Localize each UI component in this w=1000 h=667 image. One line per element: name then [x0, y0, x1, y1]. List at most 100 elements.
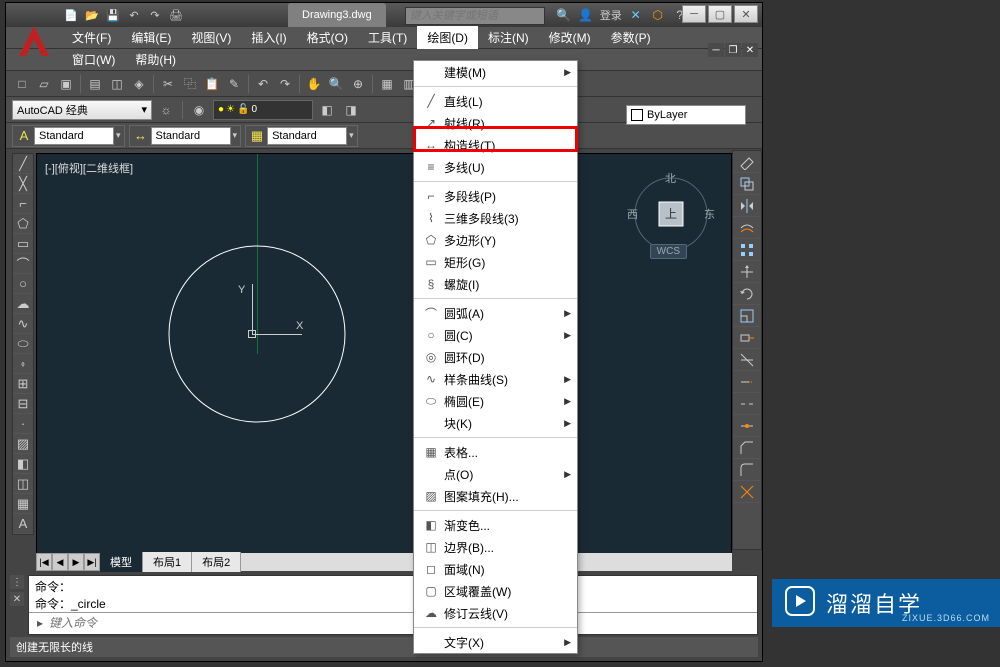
menu-item-gradient[interactable]: ◧渐变色... — [414, 514, 577, 536]
open-icon[interactable]: ▱ — [34, 74, 54, 94]
menu-edit[interactable]: 编辑(E) — [121, 26, 181, 49]
mirror-icon[interactable] — [733, 195, 761, 217]
menu-item-text[interactable]: 文字(X)▶ — [414, 631, 577, 653]
fillet-icon[interactable] — [733, 459, 761, 481]
point-icon[interactable]: · — [13, 414, 33, 434]
new-icon[interactable]: 📄 — [62, 6, 80, 24]
menu-item-pline[interactable]: ⌐多段线(P) — [414, 185, 577, 207]
pline-icon[interactable]: ⌐ — [13, 194, 33, 214]
tab-layout2[interactable]: 布局2 — [192, 552, 241, 572]
close-button[interactable]: ✕ — [734, 5, 758, 23]
menu-item-region[interactable]: ◻面域(N) — [414, 558, 577, 580]
dim-style-icon[interactable]: ↔ — [133, 128, 149, 144]
menu-view[interactable]: 视图(V) — [181, 26, 241, 49]
redo-icon[interactable]: ↷ — [275, 74, 295, 94]
new-icon[interactable]: □ — [12, 74, 32, 94]
child-restore-button[interactable]: ❐ — [725, 43, 741, 57]
ellipse-icon[interactable]: ⬭ — [13, 334, 33, 354]
tab-last-icon[interactable]: ▶| — [84, 553, 100, 571]
undo-icon[interactable]: ↶ — [125, 6, 143, 24]
menu-item-table[interactable]: ▦表格... — [414, 441, 577, 463]
zoom-icon[interactable]: 🔍 — [326, 74, 346, 94]
cmd-handle-icon[interactable]: ⋮ — [10, 575, 24, 589]
child-close-button[interactable]: ✕ — [742, 43, 758, 57]
menu-item-hatch[interactable]: ▨图案填充(H)... — [414, 485, 577, 507]
match-icon[interactable]: ✎ — [224, 74, 244, 94]
exchange-icon[interactable]: ✕ — [628, 7, 644, 23]
copy-icon[interactable] — [733, 173, 761, 195]
menu-format[interactable]: 格式(O) — [297, 26, 358, 49]
zoom-extents-icon[interactable]: ⊕ — [348, 74, 368, 94]
menu-insert[interactable]: 插入(I) — [241, 26, 296, 49]
layer-select[interactable]: ●☀🔓0 — [213, 100, 313, 120]
search-input[interactable] — [405, 7, 545, 25]
dim-style-select[interactable]: Standard — [151, 127, 231, 145]
open-icon[interactable]: 📂 — [83, 6, 101, 24]
paste-icon[interactable]: 📋 — [202, 74, 222, 94]
stretch-icon[interactable] — [733, 327, 761, 349]
publish-icon[interactable]: ◈ — [129, 74, 149, 94]
menu-item-circle[interactable]: ○圆(C)▶ — [414, 324, 577, 346]
menu-item-spline[interactable]: ∿样条曲线(S)▶ — [414, 368, 577, 390]
search-icon[interactable]: 🔍 — [556, 7, 572, 23]
tab-first-icon[interactable]: |◀ — [36, 553, 52, 571]
workspace-gear-icon[interactable]: ☼ — [156, 100, 176, 120]
preview-icon[interactable]: ◫ — [107, 74, 127, 94]
menu-item-boundary[interactable]: ◫边界(B)... — [414, 536, 577, 558]
menu-item-xline[interactable]: ↔构造线(T) — [414, 134, 577, 156]
array-icon[interactable] — [733, 239, 761, 261]
break-icon[interactable] — [733, 393, 761, 415]
document-tab[interactable]: Drawing3.dwg — [288, 3, 386, 27]
redo-icon[interactable]: ↷ — [146, 6, 164, 24]
menu-item-modeling[interactable]: 建模(M)▶ — [414, 61, 577, 83]
menu-dimension[interactable]: 标注(N) — [478, 26, 539, 49]
menu-modify[interactable]: 修改(M) — [539, 26, 601, 49]
table-icon[interactable]: ▦ — [13, 494, 33, 514]
line-icon[interactable]: ╱ — [13, 154, 33, 174]
rotate-icon[interactable] — [733, 283, 761, 305]
search-box[interactable] — [405, 6, 545, 25]
menu-item-revcloud[interactable]: ☁修订云线(V) — [414, 602, 577, 624]
spline-icon[interactable]: ∿ — [13, 314, 33, 334]
menu-item-rectangle[interactable]: ▭矩形(G) — [414, 251, 577, 273]
undo-icon[interactable]: ↶ — [253, 74, 273, 94]
menu-file[interactable]: 文件(F) — [62, 26, 121, 49]
child-minimize-button[interactable]: ─ — [708, 43, 724, 57]
move-icon[interactable] — [733, 261, 761, 283]
layer-iso-icon[interactable]: ◨ — [341, 100, 361, 120]
save-icon[interactable]: 💾 — [104, 6, 122, 24]
cloud-icon[interactable]: ⬡ — [650, 7, 666, 23]
arc-icon[interactable]: ⌒ — [13, 254, 33, 274]
copy-icon[interactable]: ⿻ — [180, 74, 200, 94]
polygon-icon[interactable]: ⬠ — [13, 214, 33, 234]
menu-item-ellipse[interactable]: ⬭椭圆(E)▶ — [414, 390, 577, 412]
text-style-icon[interactable]: A — [16, 128, 32, 144]
gradient-icon[interactable]: ◧ — [13, 454, 33, 474]
menu-parametric[interactable]: 参数(P) — [601, 26, 661, 49]
pan-icon[interactable]: ✋ — [304, 74, 324, 94]
table-style-select[interactable]: Standard — [267, 127, 347, 145]
autocad-logo-icon[interactable] — [14, 21, 54, 61]
menu-item-block[interactable]: 块(K)▶ — [414, 412, 577, 434]
tab-next-icon[interactable]: ▶ — [68, 553, 84, 571]
menu-item-pline3d[interactable]: ⌇三维多段线(3) — [414, 207, 577, 229]
ellipse-arc-icon[interactable]: ⬫ — [13, 354, 33, 374]
scale-icon[interactable] — [733, 305, 761, 327]
view-cube[interactable]: 上 北 南 东 西 — [631, 174, 711, 254]
menu-item-helix[interactable]: §螺旋(I) — [414, 273, 577, 295]
menu-item-ray[interactable]: ↗射线(R) — [414, 112, 577, 134]
cmd-close-icon[interactable]: ✕ — [10, 592, 24, 606]
make-block-icon[interactable]: ⊟ — [13, 394, 33, 414]
menu-item-line[interactable]: ╱直线(L) — [414, 90, 577, 112]
menu-item-mline[interactable]: ≡多线(U) — [414, 156, 577, 178]
erase-icon[interactable] — [733, 151, 761, 173]
workspace-select[interactable]: AutoCAD 经典▾ — [12, 100, 152, 120]
table-style-icon[interactable]: ▦ — [249, 128, 265, 144]
menu-help[interactable]: 帮助(H) — [125, 48, 186, 71]
wcs-label[interactable]: WCS — [650, 244, 687, 259]
layer-states-icon[interactable]: ◧ — [317, 100, 337, 120]
mtext-icon[interactable]: A — [13, 514, 33, 534]
menu-item-arc[interactable]: ⌒圆弧(A)▶ — [414, 302, 577, 324]
menu-item-wipeout[interactable]: ▢区域覆盖(W) — [414, 580, 577, 602]
revcloud-icon[interactable]: ☁ — [13, 294, 33, 314]
